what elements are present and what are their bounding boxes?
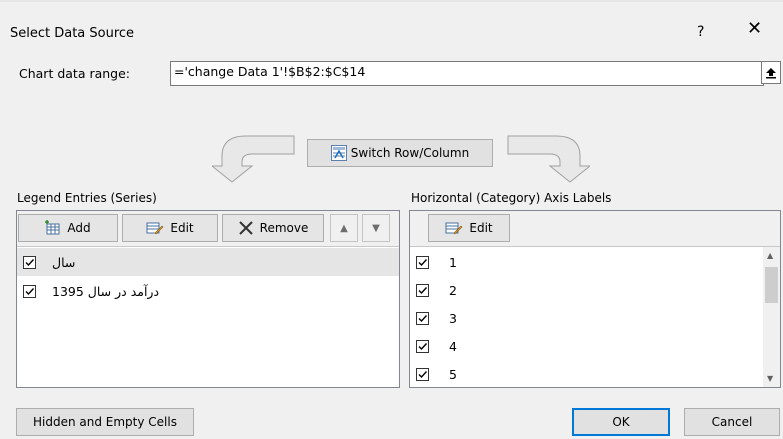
axis-label-checkbox[interactable] <box>416 255 429 269</box>
collapse-dialog-button[interactable] <box>761 61 781 84</box>
axis-label-checkbox[interactable] <box>416 283 429 297</box>
scrollbar-thumb[interactable] <box>765 267 778 303</box>
switch-row-column-button[interactable]: Switch Row/Column <box>307 139 493 167</box>
top-border <box>0 0 783 2</box>
axis-toolbar: Edit <box>410 211 780 247</box>
legend-entry-row[interactable]: سال <box>17 248 399 276</box>
legend-entry-checkbox[interactable] <box>23 284 36 298</box>
edit-table-icon <box>146 222 164 235</box>
checkmark-icon <box>25 287 35 295</box>
legend-entry-label: درآمد در سال 1395 <box>52 283 160 299</box>
axis-labels-scrollbar[interactable]: ▲ ▼ <box>763 247 780 387</box>
left-curved-arrow-icon <box>212 135 295 183</box>
axis-labels-heading: Horizontal (Category) Axis Labels <box>411 191 612 205</box>
close-button[interactable]: ✕ <box>747 20 762 38</box>
legend-entry-row[interactable]: درآمد در سال 1395 <box>17 277 399 305</box>
scroll-down-icon[interactable]: ▼ <box>767 374 773 383</box>
add-table-icon <box>45 220 60 235</box>
add-series-button[interactable]: Add <box>18 214 118 242</box>
add-series-label: Add <box>67 221 91 235</box>
axis-label-row[interactable]: 3 <box>410 304 780 332</box>
chart-data-range-value: ='change Data 1'!$B$2:$C$14 <box>174 64 366 79</box>
move-down-button[interactable]: ▼ <box>362 214 390 242</box>
axis-label-checkbox[interactable] <box>416 367 429 381</box>
help-button[interactable]: ? <box>697 24 704 40</box>
remove-series-button[interactable]: Remove <box>222 214 324 242</box>
legend-toolbar: Add Edit Remove ▲ ▼ <box>17 211 399 247</box>
axis-label-text: 1 <box>449 254 457 270</box>
checkmark-icon <box>418 342 428 350</box>
edit-series-label: Edit <box>170 221 194 235</box>
legend-entries-panel: Add Edit Remove ▲ ▼ سال درآمد در سال 139… <box>16 210 400 388</box>
axis-label-row[interactable]: 5 <box>410 360 780 388</box>
remove-series-label: Remove <box>259 221 309 235</box>
dialog-title: Select Data Source <box>10 26 135 41</box>
checkmark-icon <box>418 370 428 378</box>
edit-table-icon <box>445 222 463 235</box>
axis-label-row[interactable]: 2 <box>410 276 780 304</box>
edit-axis-labels-button[interactable]: Edit <box>428 214 510 242</box>
ok-button[interactable]: OK <box>572 408 670 436</box>
collapse-arrow-icon <box>766 67 776 78</box>
axis-label-text: 4 <box>449 338 457 354</box>
checkmark-icon <box>418 286 428 294</box>
axis-label-checkbox[interactable] <box>416 311 429 325</box>
edit-axis-labels-label: Edit <box>469 221 493 235</box>
checkmark-icon <box>418 258 428 266</box>
edit-series-button[interactable]: Edit <box>122 214 218 242</box>
axis-label-row[interactable]: 1 <box>410 248 780 276</box>
checkmark-icon <box>25 258 35 266</box>
axis-label-text: 2 <box>449 282 457 298</box>
legend-entries-heading: Legend Entries (Series) <box>17 191 157 205</box>
axis-label-text: 3 <box>449 310 457 326</box>
cancel-button[interactable]: Cancel <box>684 408 780 436</box>
legend-entry-label: سال <box>52 254 76 270</box>
switch-row-column-icon <box>330 145 347 161</box>
remove-x-icon <box>238 221 253 235</box>
axis-label-checkbox[interactable] <box>416 339 429 353</box>
axis-labels-panel: Edit 1 2 3 4 5 ▲ ▼ <box>409 210 781 388</box>
move-up-button[interactable]: ▲ <box>330 214 358 242</box>
chart-data-range-label: Chart data range: <box>19 66 131 81</box>
axis-label-row[interactable]: 4 <box>410 332 780 360</box>
scroll-up-icon[interactable]: ▲ <box>767 251 773 260</box>
legend-entry-checkbox[interactable] <box>23 255 36 269</box>
hidden-empty-cells-button[interactable]: Hidden and Empty Cells <box>16 408 194 436</box>
switch-row-column-label: Switch Row/Column <box>350 146 470 160</box>
checkmark-icon <box>418 314 428 322</box>
axis-label-text: 5 <box>449 366 457 382</box>
right-curved-arrow-icon <box>507 135 590 183</box>
